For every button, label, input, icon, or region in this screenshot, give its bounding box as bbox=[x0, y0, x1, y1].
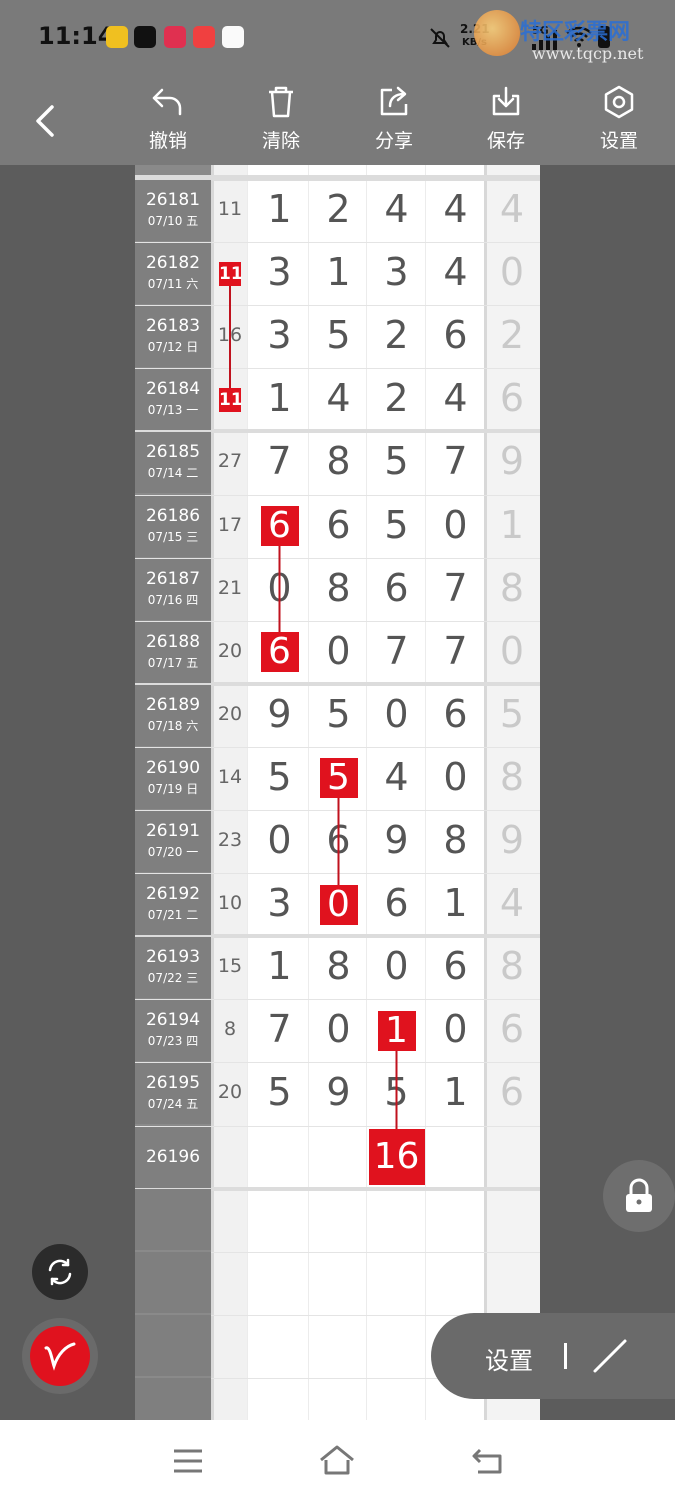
app-icon-3 bbox=[164, 26, 186, 48]
trend-chart[interactable]: 26181 07/10 五 11 1 2 4 4 4 26182 07/11 六 3 1 3 4 0 2618… bbox=[135, 165, 540, 1442]
trash-icon bbox=[269, 86, 293, 118]
undo-icon bbox=[152, 88, 182, 116]
save-button[interactable]: 保存 bbox=[466, 84, 546, 160]
status-bar: 11:14 2.21 KB/s 5G 特区彩票网 www.tqcp.net bbox=[0, 0, 675, 76]
toolbar: 撤销 清除 分享 保存 设置 bbox=[0, 76, 675, 165]
clear-button[interactable]: 清除 bbox=[241, 84, 321, 160]
mute-bell-icon bbox=[430, 28, 450, 48]
share-label: 分享 bbox=[374, 130, 413, 152]
watermark-logo bbox=[474, 10, 520, 56]
watermark-url: www.tqcp.net bbox=[532, 44, 644, 63]
lock-button[interactable] bbox=[603, 1160, 675, 1232]
right-margin bbox=[540, 165, 675, 1420]
left-margin bbox=[0, 165, 135, 1420]
pen-button[interactable] bbox=[22, 1318, 98, 1394]
highlighted-cell[interactable]: 5 bbox=[319, 758, 358, 799]
line-tool-icon[interactable] bbox=[591, 1337, 629, 1375]
highlighted-cell[interactable]: 16 bbox=[368, 1129, 425, 1186]
back-arrow-icon[interactable] bbox=[28, 101, 64, 141]
hexagon-settings-icon bbox=[604, 85, 634, 119]
back-nav-icon[interactable] bbox=[470, 1446, 504, 1476]
settings-label: 设置 bbox=[599, 130, 638, 152]
highlighted-cell[interactable]: 11 bbox=[219, 387, 243, 412]
undo-label: 撤销 bbox=[148, 130, 187, 152]
highlighted-cell[interactable]: 11 bbox=[219, 261, 243, 286]
highlighted-cell[interactable]: 6 bbox=[260, 506, 299, 547]
tiktok-icon bbox=[134, 26, 156, 48]
lock-icon bbox=[626, 1178, 652, 1212]
undo-button[interactable]: 撤销 bbox=[128, 84, 208, 160]
pen-button-face bbox=[30, 1326, 90, 1386]
share-button[interactable]: 分享 bbox=[354, 84, 434, 160]
refresh-icon bbox=[48, 1258, 72, 1286]
app-icon-1 bbox=[106, 26, 128, 48]
watermark-name: 特区彩票网 bbox=[520, 20, 631, 45]
status-time: 11:14 bbox=[38, 22, 115, 50]
qq-icon bbox=[222, 26, 244, 48]
system-nav-bar bbox=[0, 1420, 675, 1500]
pill-divider bbox=[564, 1343, 567, 1369]
highlighted-cell[interactable]: 1 bbox=[377, 1010, 416, 1051]
pen-stroke-icon bbox=[44, 1342, 76, 1371]
menu-icon[interactable] bbox=[172, 1448, 204, 1474]
download-icon bbox=[492, 86, 520, 116]
highlighted-cell[interactable]: 6 bbox=[260, 632, 299, 673]
settings-pill[interactable]: 设置 bbox=[431, 1313, 675, 1399]
settings-button[interactable]: 设置 bbox=[579, 84, 659, 160]
save-label: 保存 bbox=[486, 130, 525, 152]
pill-settings-label[interactable]: 设置 bbox=[485, 1341, 533, 1376]
clear-label: 清除 bbox=[261, 130, 300, 152]
refresh-button[interactable] bbox=[32, 1244, 88, 1300]
highlighted-cell[interactable]: 0 bbox=[319, 884, 358, 925]
home-icon[interactable] bbox=[318, 1444, 356, 1476]
app-icon-4 bbox=[193, 26, 215, 48]
share-icon bbox=[380, 86, 408, 116]
